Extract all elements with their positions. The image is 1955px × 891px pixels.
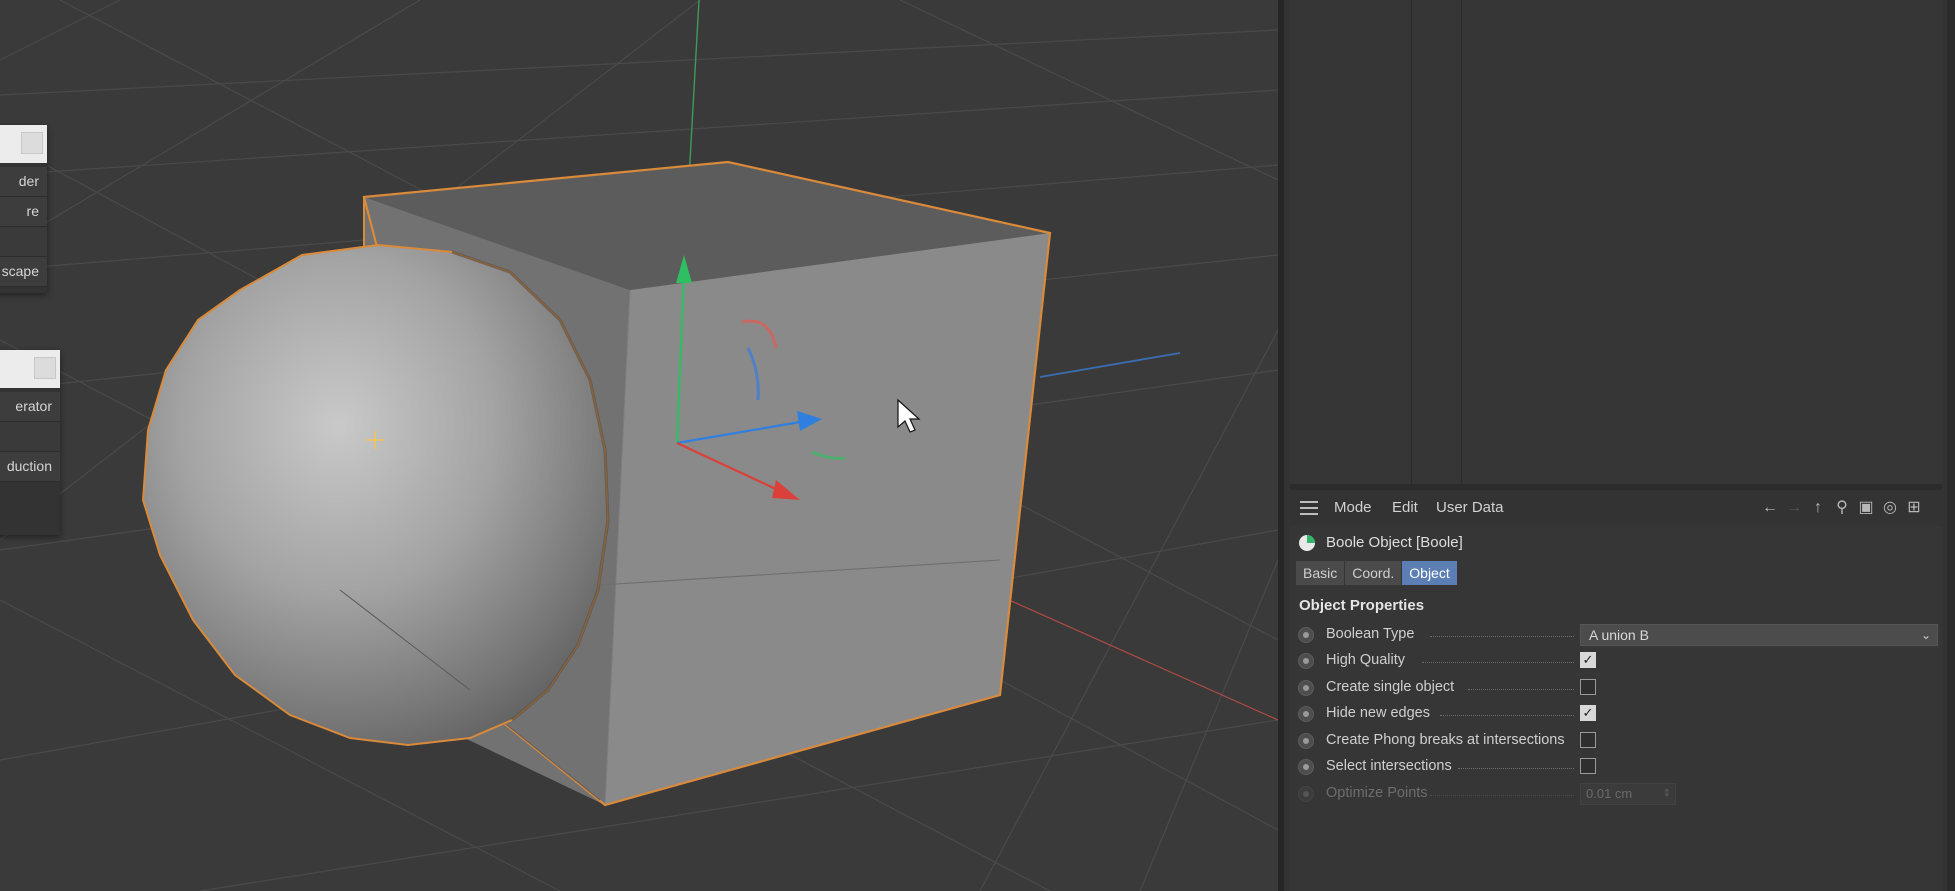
lock-icon[interactable]: ▣ — [1856, 498, 1876, 518]
tab-coord[interactable]: Coord. — [1345, 561, 1402, 585]
prop-label: Optimize Points — [1326, 785, 1428, 801]
leader-dots — [1458, 768, 1574, 769]
field-value: 0.01 cm — [1586, 786, 1633, 801]
spinner-icon: ⇕ — [1662, 788, 1671, 799]
leader-dots — [1430, 795, 1574, 796]
prop-label: Create single object — [1326, 679, 1455, 695]
side-scrollbar[interactable] — [1947, 0, 1955, 891]
animate-toggle-icon[interactable] — [1298, 653, 1314, 669]
sphere-object[interactable] — [141, 243, 610, 747]
phong-breaks-checkbox[interactable] — [1580, 732, 1596, 748]
floating-menu-2: erator duction — [0, 350, 60, 535]
floating-menu-header — [0, 350, 60, 388]
boole-object-icon — [1299, 535, 1315, 551]
menu-item[interactable]: re — [0, 197, 47, 227]
menu-user-data[interactable]: User Data — [1436, 490, 1504, 526]
menu-item[interactable]: der — [0, 167, 47, 197]
select-intersections-checkbox[interactable] — [1580, 758, 1596, 774]
animate-toggle-icon[interactable] — [1298, 759, 1314, 775]
prop-create-single-object: Create single object — [1290, 676, 1942, 702]
animate-toggle-icon[interactable] — [1298, 627, 1314, 643]
select-value: A union B — [1589, 627, 1649, 643]
animate-toggle-icon[interactable] — [1298, 680, 1314, 696]
create-single-object-checkbox[interactable] — [1580, 679, 1596, 695]
animate-toggle-icon[interactable] — [1298, 706, 1314, 722]
menu-item[interactable]: duction — [0, 452, 60, 482]
prop-label: Boolean Type — [1326, 626, 1415, 642]
prop-label: Hide new edges — [1326, 705, 1430, 721]
hamburger-menu-icon[interactable] — [1300, 501, 1318, 515]
menu-item[interactable]: erator — [0, 392, 60, 422]
close-icon[interactable] — [21, 132, 43, 154]
up-arrow-icon[interactable]: ↑ — [1808, 498, 1828, 518]
target-icon[interactable]: ◎ — [1880, 498, 1900, 518]
prop-select-intersections: Select intersections — [1290, 755, 1942, 781]
menu-edit[interactable]: Edit — [1392, 490, 1418, 526]
leader-dots — [1422, 662, 1574, 663]
back-arrow-icon[interactable]: ← — [1760, 498, 1780, 518]
close-icon[interactable] — [34, 357, 56, 379]
viewport-scene[interactable] — [0, 0, 1278, 891]
prop-optimize-points: Optimize Points 0.01 cm ⇕ — [1290, 782, 1942, 808]
floating-menu-1: der re scape — [0, 125, 47, 293]
prop-label: Select intersections — [1326, 758, 1452, 774]
high-quality-checkbox[interactable]: ✓ — [1580, 652, 1596, 668]
floating-menu-header — [0, 125, 47, 163]
menu-item[interactable]: scape — [0, 257, 47, 287]
leader-dots — [1430, 636, 1574, 637]
boolean-type-select[interactable]: A union B ⌄ — [1580, 624, 1938, 646]
search-icon[interactable]: ⚲ — [1832, 498, 1852, 518]
attribute-tabs: Basic Coord. Object — [1296, 561, 1458, 585]
add-panel-icon[interactable]: ⊞ — [1904, 498, 1924, 518]
section-title: Object Properties — [1299, 597, 1425, 614]
world-z-axis — [1039, 352, 1181, 378]
optimize-points-field: 0.01 cm ⇕ — [1580, 783, 1676, 805]
leader-dots — [1440, 715, 1574, 716]
prop-phong-breaks: Create Phong breaks at intersections — [1290, 729, 1942, 755]
leader-dots — [1468, 689, 1574, 690]
column-divider — [1461, 0, 1462, 484]
forward-arrow-icon[interactable]: → — [1784, 498, 1804, 518]
hide-new-edges-checkbox[interactable]: ✓ — [1580, 705, 1596, 721]
object-title: Boole Object [Boole] — [1326, 534, 1463, 551]
column-divider — [1411, 0, 1412, 484]
prop-hide-new-edges: Hide new edges ✓ — [1290, 702, 1942, 728]
object-manager[interactable] — [1290, 0, 1942, 484]
right-panel: Mode Edit User Data ← → ↑ ⚲ ▣ ◎ ⊞ Boole … — [1284, 0, 1955, 891]
prop-boolean-type: Boolean Type A union B ⌄ — [1290, 623, 1942, 649]
animate-toggle-icon — [1298, 786, 1314, 802]
attribute-menubar: Mode Edit User Data ← → ↑ ⚲ ▣ ◎ ⊞ — [1290, 490, 1942, 526]
attribute-manager: Mode Edit User Data ← → ↑ ⚲ ▣ ◎ ⊞ Boole … — [1290, 490, 1942, 891]
prop-label: Create Phong breaks at intersections — [1326, 732, 1565, 748]
3d-viewport[interactable]: der re scape erator duction — [0, 0, 1278, 891]
menu-item[interactable] — [0, 422, 60, 452]
chevron-down-icon: ⌄ — [1920, 628, 1931, 642]
animate-toggle-icon[interactable] — [1298, 733, 1314, 749]
tab-basic[interactable]: Basic — [1296, 561, 1345, 585]
tab-object[interactable]: Object — [1402, 561, 1457, 585]
prop-high-quality: High Quality ✓ — [1290, 649, 1942, 675]
menu-item[interactable] — [0, 227, 47, 257]
prop-label: High Quality — [1326, 652, 1405, 668]
menu-mode[interactable]: Mode — [1334, 490, 1372, 526]
